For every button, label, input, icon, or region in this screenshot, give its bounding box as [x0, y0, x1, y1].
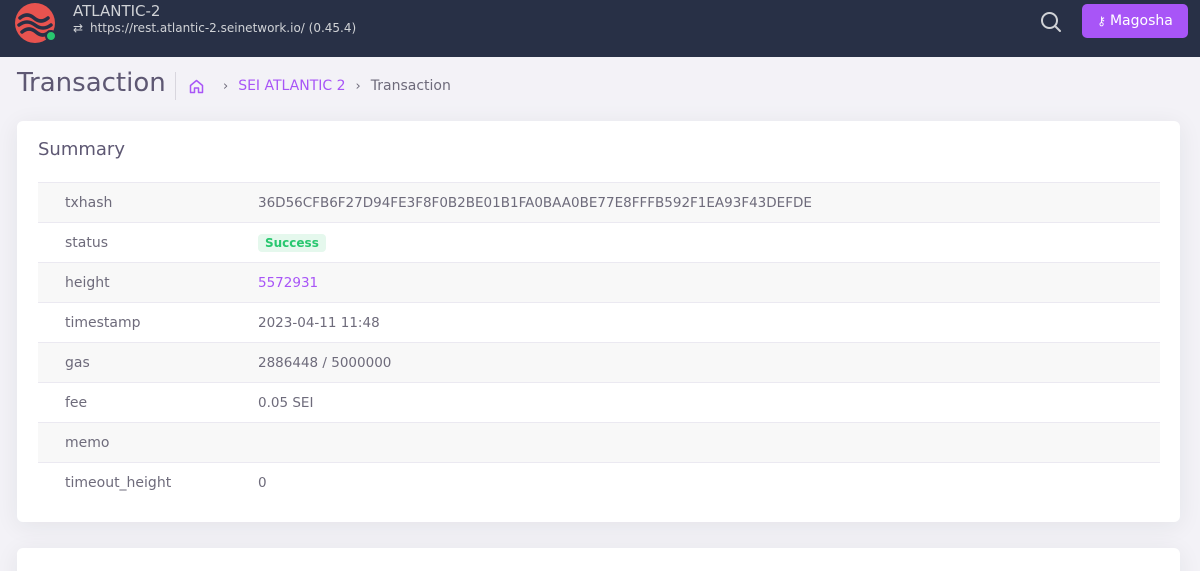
breadcrumb: › SEI ATLANTIC 2 › Transaction: [188, 74, 451, 98]
summary-title: Summary: [38, 139, 125, 160]
search-button[interactable]: [1038, 9, 1064, 35]
wallet-label: Magosha: [1109, 13, 1173, 29]
breadcrumb-separator-icon: ›: [355, 78, 361, 94]
search-icon: [1041, 12, 1061, 32]
row-label: gas: [65, 354, 90, 371]
online-status-dot: [45, 30, 57, 42]
row-label: fee: [65, 394, 88, 411]
wallet-button[interactable]: ⚷ Magosha: [1082, 4, 1188, 38]
endpoint-text: https://rest.atlantic-2.seinetwork.io/ (…: [90, 21, 357, 35]
title-divider: [175, 72, 176, 100]
breadcrumb-separator-icon: ›: [223, 78, 229, 94]
endpoint-url[interactable]: ⇄ https://rest.atlantic-2.seinetwork.io/ …: [73, 21, 356, 35]
summary-table: txhash 36D56CFB6F27D94FE3F8F0B2BE01B1FA0…: [38, 182, 1160, 502]
table-row: fee 0.05 SEI: [38, 382, 1160, 422]
height-link[interactable]: 5572931: [258, 275, 318, 291]
page-title: Transaction: [17, 68, 166, 98]
breadcrumb-current: Transaction: [370, 78, 451, 94]
home-icon[interactable]: [188, 78, 205, 95]
row-label: memo: [65, 434, 110, 451]
next-card: [17, 548, 1180, 571]
gas-value: 2886448 / 5000000: [258, 354, 392, 371]
table-row: height 5572931: [38, 262, 1160, 302]
sync-icon: ⇄: [73, 21, 84, 35]
timeout-height-value: 0: [258, 474, 267, 491]
table-row: gas 2886448 / 5000000: [38, 342, 1160, 382]
chain-name[interactable]: ATLANTIC-2: [73, 2, 160, 20]
breadcrumb-chain-link[interactable]: SEI ATLANTIC 2: [238, 78, 345, 94]
row-label: height: [65, 274, 110, 291]
key-icon: ⚷: [1097, 14, 1106, 28]
status-badge: Success: [258, 233, 326, 252]
table-row: timestamp 2023-04-11 11:48: [38, 302, 1160, 342]
status-value: Success: [258, 233, 326, 252]
table-row: memo: [38, 422, 1160, 462]
row-label: txhash: [65, 194, 113, 211]
row-label: timestamp: [65, 314, 141, 331]
txhash-value: 36D56CFB6F27D94FE3F8F0B2BE01B1FA0BAA0BE7…: [258, 194, 812, 211]
table-row: txhash 36D56CFB6F27D94FE3F8F0B2BE01B1FA0…: [38, 182, 1160, 222]
table-row: timeout_height 0: [38, 462, 1160, 502]
summary-card: Summary txhash 36D56CFB6F27D94FE3F8F0B2B…: [17, 121, 1180, 522]
row-label: timeout_height: [65, 474, 172, 491]
timestamp-value: 2023-04-11 11:48: [258, 314, 380, 331]
table-row: status Success: [38, 222, 1160, 262]
row-label: status: [65, 234, 109, 251]
top-navbar: ATLANTIC-2 ⇄ https://rest.atlantic-2.sein…: [0, 0, 1200, 57]
fee-value: 0.05 SEI: [258, 394, 314, 411]
